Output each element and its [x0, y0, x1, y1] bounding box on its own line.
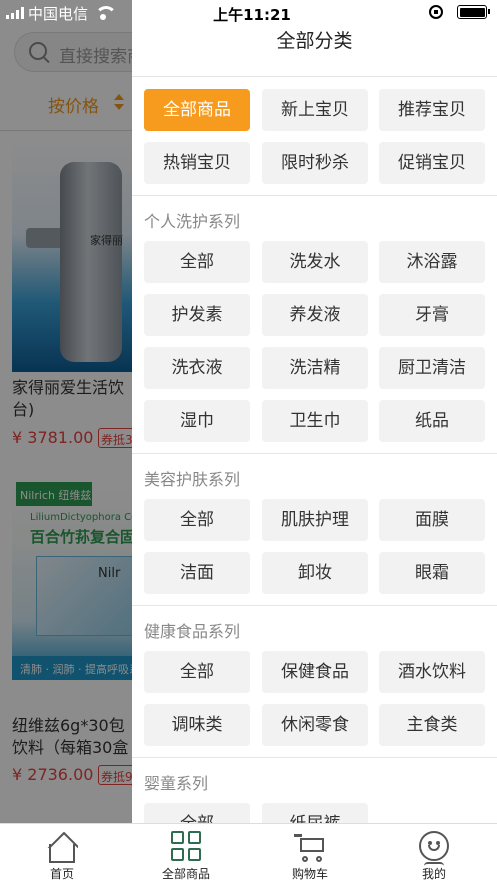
category-chip[interactable]: 沐浴露 — [379, 241, 485, 283]
category-chip[interactable]: 卸妆 — [262, 552, 368, 594]
category-chip[interactable]: 肌肤护理 — [262, 499, 368, 541]
chip-recommended[interactable]: 推荐宝贝 — [379, 89, 485, 131]
tab-cart[interactable]: 购物车 — [248, 824, 372, 883]
category-chip[interactable]: 全部 — [144, 241, 250, 283]
tab-label: 购物车 — [291, 867, 328, 881]
chip-all-products[interactable]: 全部商品 — [144, 89, 250, 131]
category-chip[interactable]: 牙膏 — [379, 294, 485, 336]
category-chip[interactable]: 主食类 — [379, 704, 485, 746]
category-chip[interactable]: 眼霜 — [379, 552, 485, 594]
cart-icon — [294, 832, 328, 864]
category-chip[interactable]: 养发液 — [262, 294, 368, 336]
grid-icon — [171, 831, 201, 861]
tab-label: 我的 — [421, 867, 446, 881]
status-bar-left: 中国电信 — [6, 3, 118, 23]
section-title-beauty: 美容护肤系列 — [144, 470, 241, 489]
section-title-baby: 婴童系列 — [144, 774, 209, 793]
bottom-tab-bar: 首页 全部商品 购物车 我的 — [0, 823, 497, 883]
category-chip[interactable]: 面膜 — [379, 499, 485, 541]
category-chip[interactable]: 洁面 — [144, 552, 250, 594]
category-chip[interactable]: 全部 — [144, 651, 250, 693]
category-chip[interactable]: 酒水饮料 — [379, 651, 485, 693]
drawer-title: 全部分类 — [276, 30, 353, 52]
category-chip[interactable]: 调味类 — [144, 704, 250, 746]
status-time: 上午11:21 — [213, 6, 291, 24]
category-chip[interactable]: 纸尿裤 — [262, 803, 368, 823]
category-chip[interactable]: 休闲零食 — [262, 704, 368, 746]
battery-icon — [457, 5, 490, 19]
category-drawer: 上午11:21 全部分类 全部商品 新上宝贝 推荐宝贝 热销宝贝 限时秒杀 促销… — [132, 0, 497, 823]
category-chip[interactable]: 洗衣液 — [144, 347, 250, 389]
divider — [132, 757, 497, 758]
category-chip[interactable]: 保健食品 — [262, 651, 368, 693]
category-chip[interactable]: 护发素 — [144, 294, 250, 336]
divider — [132, 605, 497, 606]
tab-all-products[interactable]: 全部商品 — [124, 824, 248, 883]
tab-label: 首页 — [49, 867, 74, 881]
category-chip[interactable]: 洗发水 — [262, 241, 368, 283]
divider — [132, 76, 497, 77]
signal-icon — [6, 7, 24, 19]
category-chip[interactable]: 全部 — [144, 499, 250, 541]
category-chip[interactable]: 湿巾 — [144, 400, 250, 442]
section-title-personal-care: 个人洗护系列 — [144, 212, 241, 231]
section-title-health-food: 健康食品系列 — [144, 622, 241, 641]
user-icon — [419, 831, 449, 861]
tab-home[interactable]: 首页 — [0, 824, 124, 883]
tab-me[interactable]: 我的 — [372, 824, 496, 883]
category-chip[interactable]: 全部 — [144, 803, 250, 823]
category-chip[interactable]: 卫生巾 — [262, 400, 368, 442]
divider — [132, 453, 497, 454]
orientation-lock-icon — [429, 5, 443, 19]
divider — [132, 195, 497, 196]
wifi-icon — [94, 6, 118, 20]
chip-hot-selling[interactable]: 热销宝贝 — [144, 142, 250, 184]
home-icon-body — [49, 844, 75, 863]
carrier-label: 中国电信 — [28, 4, 89, 23]
chip-flash-sale[interactable]: 限时秒杀 — [262, 142, 368, 184]
category-chip[interactable]: 纸品 — [379, 400, 485, 442]
category-chip[interactable]: 洗洁精 — [262, 347, 368, 389]
chip-new-arrivals[interactable]: 新上宝贝 — [262, 89, 368, 131]
category-chip[interactable]: 厨卫清洁 — [379, 347, 485, 389]
chip-promotion[interactable]: 促销宝贝 — [379, 142, 485, 184]
status-bar-right — [429, 5, 490, 19]
tab-label: 全部商品 — [161, 867, 210, 881]
